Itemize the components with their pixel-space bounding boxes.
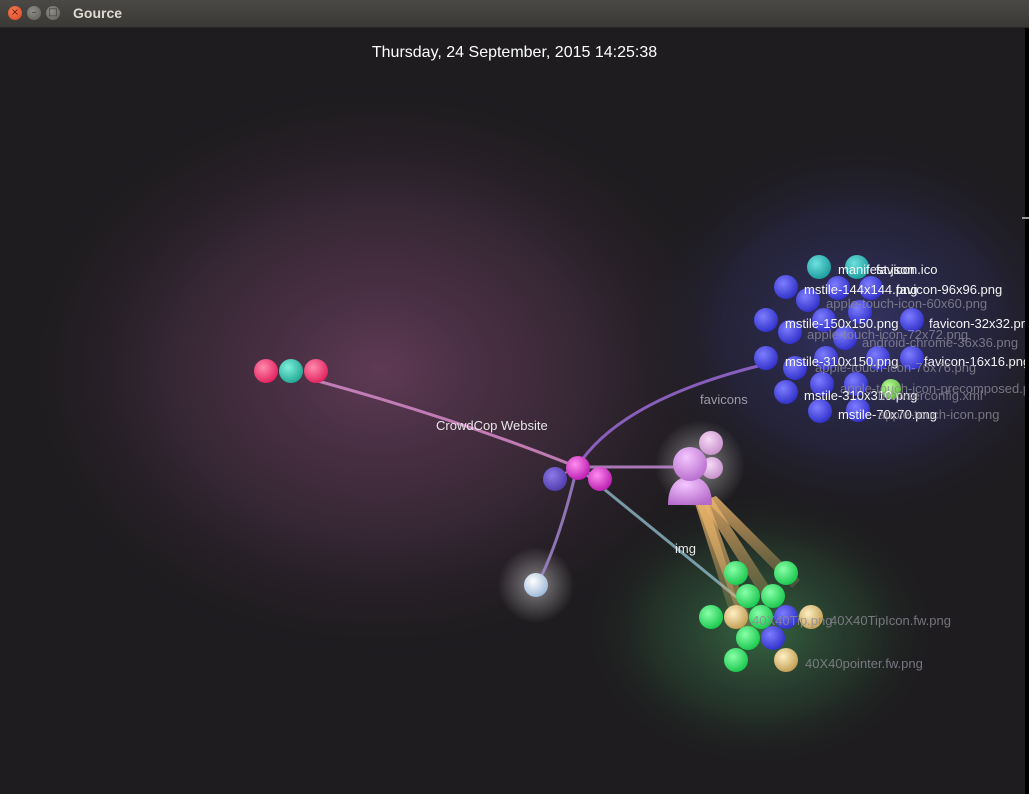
file-node[interactable] bbox=[807, 255, 831, 279]
file-label: apple-touch-icon.png bbox=[878, 407, 999, 422]
file-node[interactable] bbox=[254, 359, 278, 383]
file-node[interactable] bbox=[754, 346, 778, 370]
commit-timestamp: Thursday, 24 September, 2015 14:25:38 bbox=[371, 44, 658, 61]
favicons-directory-label: favicons bbox=[700, 392, 748, 407]
repository-graph[interactable]: CrowdCop Website favicons img manifest.j… bbox=[0, 28, 1029, 794]
file-node[interactable] bbox=[724, 561, 748, 585]
minimize-window-button[interactable]: – bbox=[27, 6, 41, 20]
file-label: apple-touch-icon-60x60.png bbox=[826, 296, 987, 311]
window-titlebar: × – □ Gource bbox=[0, 0, 1029, 28]
maximize-window-button[interactable]: □ bbox=[46, 6, 60, 20]
img-directory-label: img bbox=[675, 541, 696, 556]
directory-node[interactable] bbox=[543, 467, 567, 491]
file-label: browserconfig.xml bbox=[878, 388, 983, 403]
file-node[interactable] bbox=[761, 584, 785, 608]
file-node[interactable] bbox=[754, 308, 778, 332]
file-node[interactable] bbox=[736, 626, 760, 650]
file-label: 40X40pointer.fw.png bbox=[805, 656, 923, 671]
file-node[interactable] bbox=[736, 584, 760, 608]
file-node[interactable] bbox=[724, 648, 748, 672]
avatar-secondary bbox=[699, 431, 723, 455]
file-label: apple-touch-icon-76x76.png bbox=[815, 360, 976, 375]
close-window-button[interactable]: × bbox=[8, 6, 22, 20]
directory-node[interactable] bbox=[566, 456, 590, 480]
file-label: 40X40Tip.png bbox=[752, 613, 832, 628]
root-file-cluster bbox=[254, 359, 328, 383]
file-node[interactable] bbox=[699, 605, 723, 629]
window-title: Gource bbox=[73, 5, 123, 21]
img-glow bbox=[580, 490, 940, 770]
file-node[interactable] bbox=[524, 573, 548, 597]
directory-node[interactable] bbox=[588, 467, 612, 491]
root-directory-label: CrowdCop Website bbox=[436, 418, 548, 433]
avatar-head bbox=[673, 447, 707, 481]
file-node[interactable] bbox=[724, 605, 748, 629]
gource-visualization-viewport[interactable]: CrowdCop Website favicons img manifest.j… bbox=[0, 28, 1029, 794]
file-label: 40X40TipIcon.fw.png bbox=[830, 613, 951, 628]
file-node[interactable] bbox=[774, 275, 798, 299]
file-node[interactable] bbox=[774, 380, 798, 404]
file-node[interactable] bbox=[279, 359, 303, 383]
edge-marker bbox=[1022, 217, 1029, 219]
file-label: favicon.ico bbox=[876, 262, 937, 277]
file-node[interactable] bbox=[304, 359, 328, 383]
file-label: android-chrome-36x36.png bbox=[862, 335, 1018, 350]
file-label: favicon-96x96.png bbox=[896, 282, 1002, 297]
file-node[interactable] bbox=[774, 648, 798, 672]
file-node[interactable] bbox=[761, 626, 785, 650]
window-right-edge bbox=[1025, 28, 1029, 794]
file-node[interactable] bbox=[774, 561, 798, 585]
